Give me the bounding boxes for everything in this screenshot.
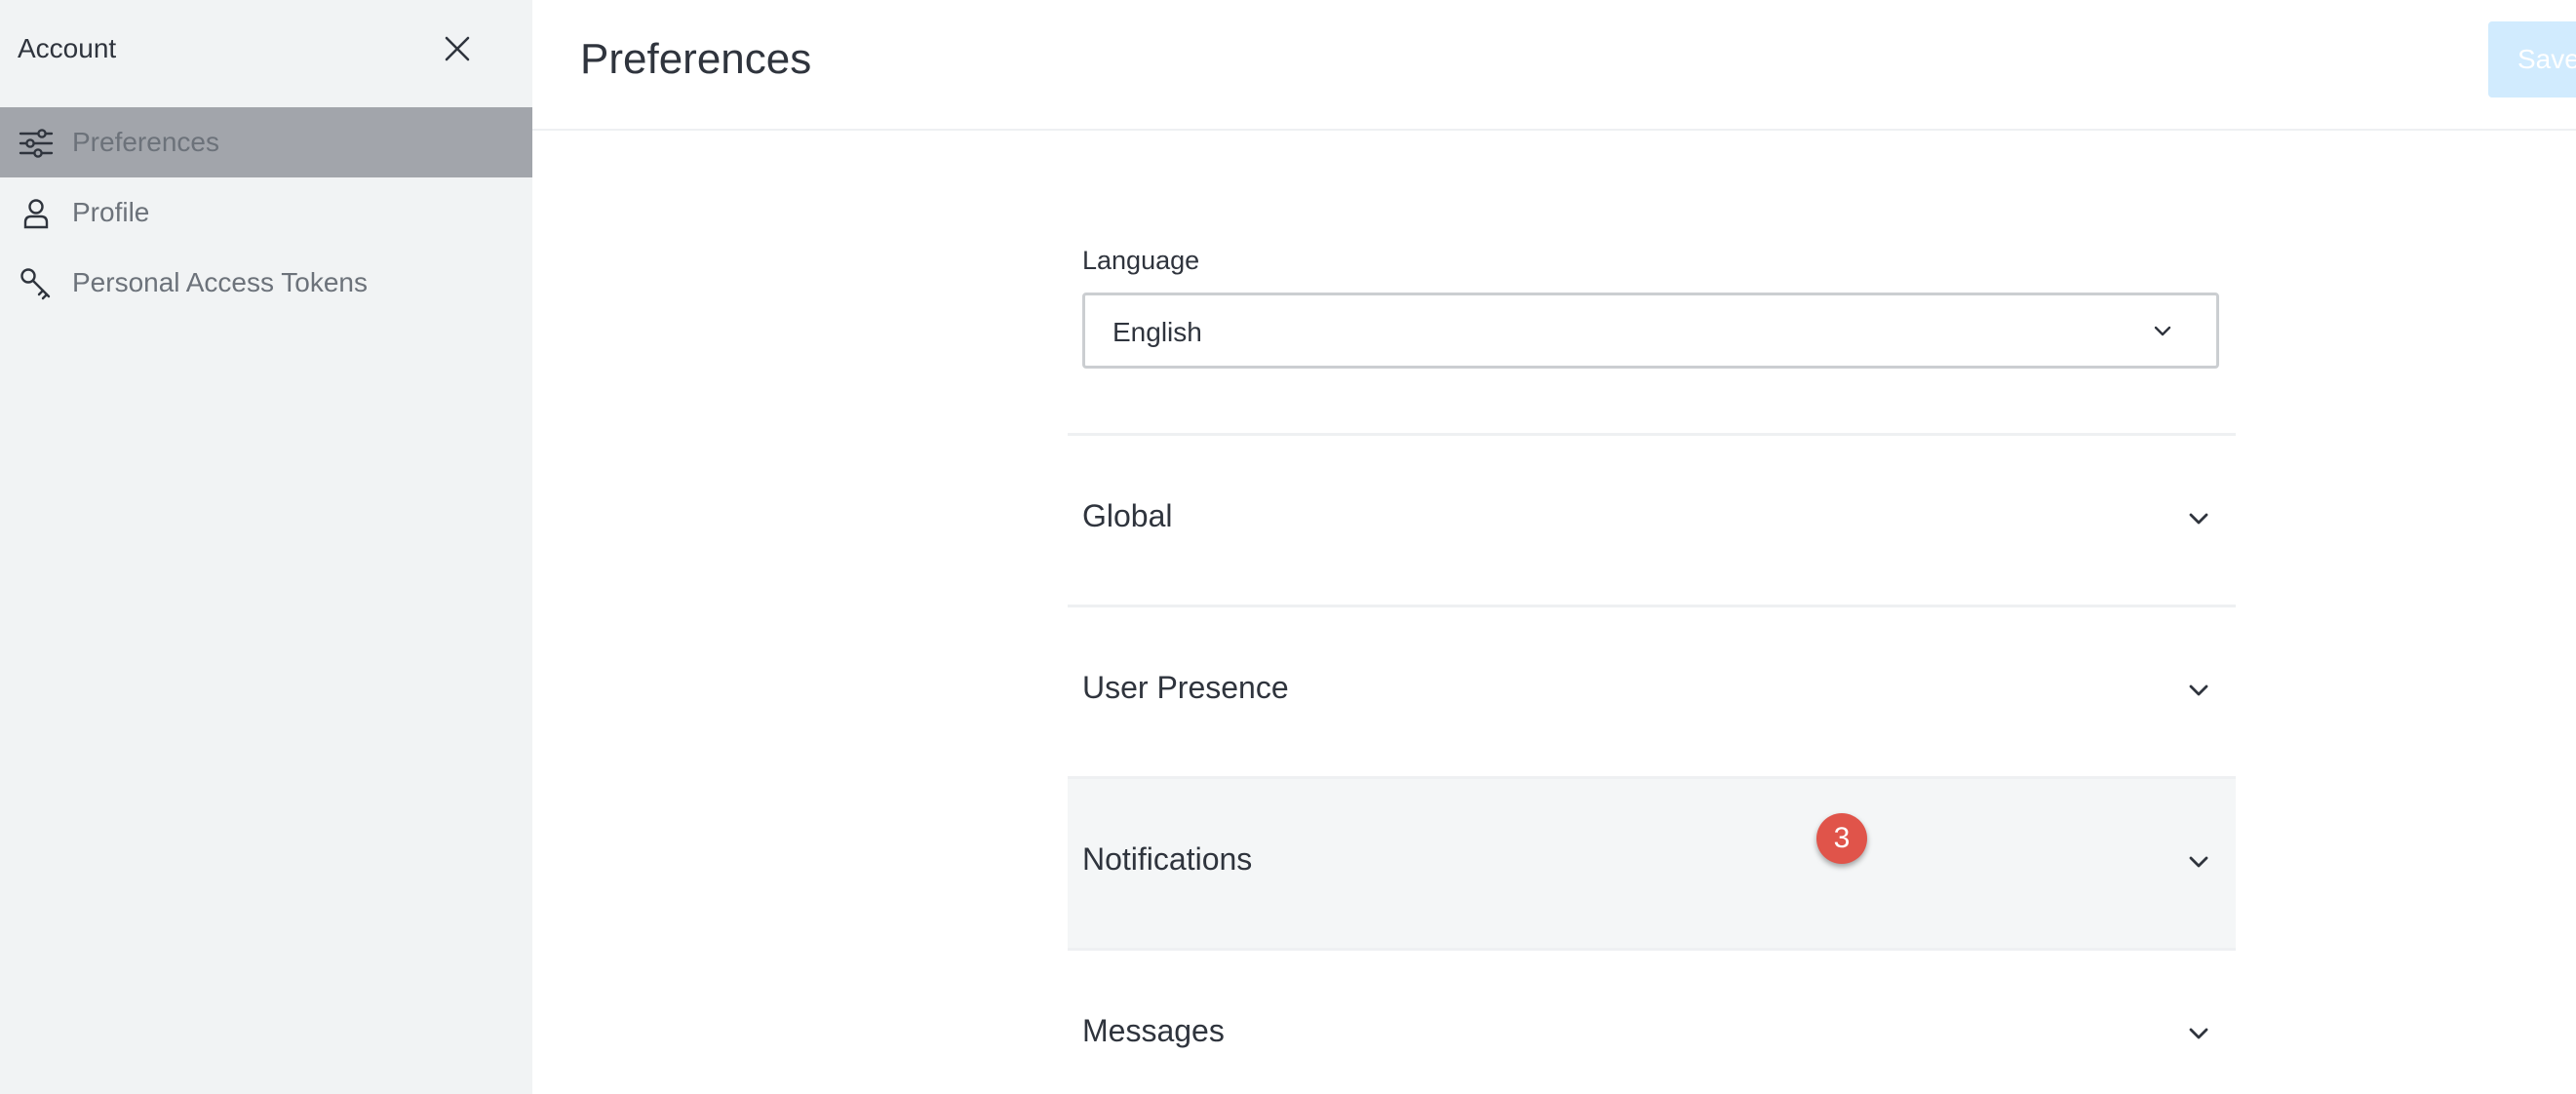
section-title: User Presence [1082,670,1289,705]
close-icon [445,36,470,61]
main-content: Preferences Save Language English Global… [532,0,2576,1094]
page-title: Preferences [580,35,812,83]
sidebar-title: Account [18,33,117,63]
save-button[interactable]: Save [2488,21,2576,98]
page-header: Preferences Save [532,0,2576,131]
key-icon [18,265,55,302]
section-title: Messages [1082,1013,1225,1048]
sidebar-item-label: Preferences [72,127,219,157]
account-sidebar: Account Preferences Profile Personal Acc… [0,0,532,1094]
section-user-presence[interactable]: User Presence [1068,607,2236,776]
language-label: Language [1082,246,1200,275]
chevron-down-icon [2182,845,2215,879]
sidebar-header: Account [0,0,532,101]
notification-badge: 3 [1816,813,1867,864]
sidebar-item-preferences[interactable]: Preferences [0,107,532,177]
section-title: Notifications [1082,841,1253,877]
chevron-down-icon [2148,317,2177,346]
chevron-down-icon [2182,1017,2215,1050]
chevron-down-icon [2182,674,2215,707]
chevron-down-icon [2182,502,2215,535]
section-title: Global [1082,498,1173,533]
sidebar-item-label: Personal Access Tokens [72,267,368,297]
close-button[interactable] [438,29,477,68]
user-icon [18,195,55,232]
section-global[interactable]: Global [1068,436,2236,605]
sliders-icon [18,125,55,162]
section-notifications[interactable]: Notifications 3 [1068,779,2236,948]
sidebar-item-personal-access-tokens[interactable]: Personal Access Tokens [0,248,532,318]
section-messages[interactable]: Messages [1068,951,2236,1094]
sidebar-item-profile[interactable]: Profile [0,177,532,248]
sidebar-item-label: Profile [72,197,150,227]
language-select-value: English [1112,317,1202,347]
language-select[interactable]: English [1082,293,2219,369]
